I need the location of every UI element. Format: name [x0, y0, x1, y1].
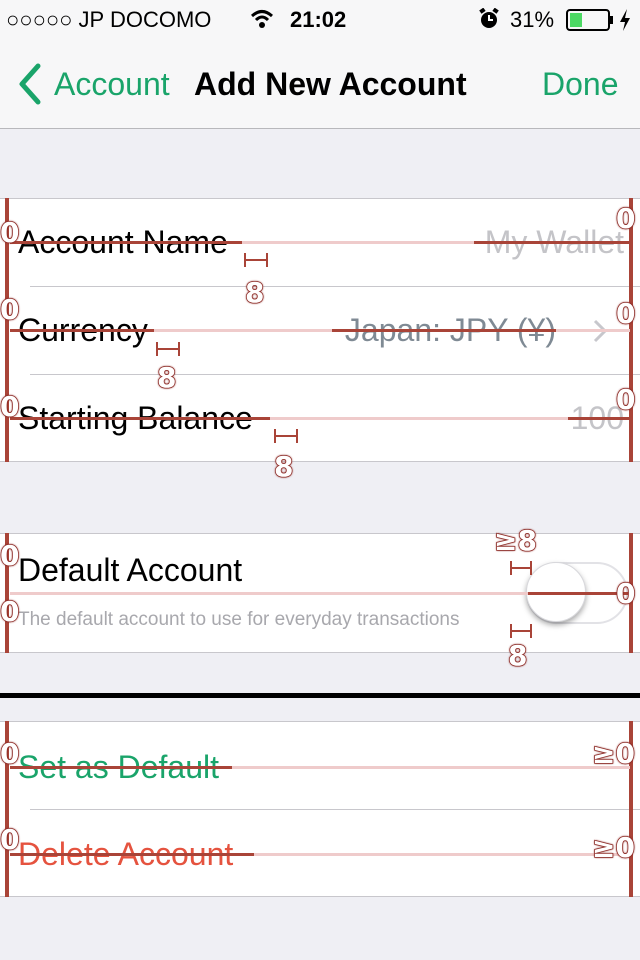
- leading-margin-badge: 0: [0, 293, 20, 326]
- label-width-line: [10, 853, 254, 856]
- charging-bolt-icon: [618, 8, 632, 32]
- page-title: Add New Account: [194, 66, 467, 102]
- leading-margin-badge: 0: [0, 737, 20, 770]
- row-separator: [30, 374, 640, 375]
- label-width-line: [10, 417, 270, 420]
- default-account-description: The default account to use for everyday …: [18, 609, 460, 630]
- switch-width-line: [528, 592, 630, 595]
- status-time: 21:02: [290, 7, 347, 32]
- section-divider: [0, 693, 640, 698]
- row-separator: [30, 809, 640, 810]
- field-width-line: [332, 329, 556, 332]
- trailing-margin-badge: ≥0: [591, 737, 635, 770]
- spacing-bracket: [274, 429, 298, 443]
- spacing-badge: ≥8: [493, 524, 537, 557]
- back-chevron-icon[interactable]: [14, 62, 44, 106]
- spacing-badge: 8: [156, 361, 177, 394]
- back-button[interactable]: Account: [54, 62, 170, 106]
- leading-margin-badge: 0: [0, 216, 20, 249]
- leading-margin-badge: 0: [0, 539, 20, 572]
- default-account-label: Default Account: [18, 552, 243, 588]
- leading-margin-badge: 0: [0, 390, 20, 423]
- spacing-badge: 8: [273, 450, 294, 483]
- carrier-label: ○○○○○ JP DOCOMO: [6, 7, 212, 32]
- done-button[interactable]: Done: [542, 62, 619, 106]
- wifi-icon: [250, 8, 274, 32]
- label-width-line: [10, 766, 232, 769]
- trailing-margin-badge: 0: [615, 577, 636, 610]
- trailing-margin-badge: 0: [615, 383, 636, 416]
- leading-margin-badge: 0: [0, 595, 20, 628]
- spacing-bracket: [156, 342, 180, 356]
- spacing-badge: 8: [244, 276, 265, 309]
- label-width-line: [10, 329, 154, 332]
- row-separator: [30, 286, 640, 287]
- spacing-bracket: [510, 561, 532, 575]
- spacing-bracket: [510, 624, 532, 638]
- alarm-clock-icon: [478, 7, 500, 30]
- label-width-line: [10, 241, 242, 244]
- field-width-line: [474, 241, 630, 244]
- leading-margin-badge: 0: [0, 823, 20, 856]
- trailing-margin-badge: ≥0: [591, 831, 635, 864]
- trailing-margin-badge: 0: [615, 297, 636, 330]
- spacing-bracket: [244, 253, 268, 267]
- spacing-badge: 8: [507, 639, 528, 672]
- battery-icon: [566, 9, 614, 31]
- field-width-line: [568, 417, 630, 420]
- battery-percent: 31%: [510, 7, 555, 32]
- trailing-margin-badge: 0: [615, 202, 636, 235]
